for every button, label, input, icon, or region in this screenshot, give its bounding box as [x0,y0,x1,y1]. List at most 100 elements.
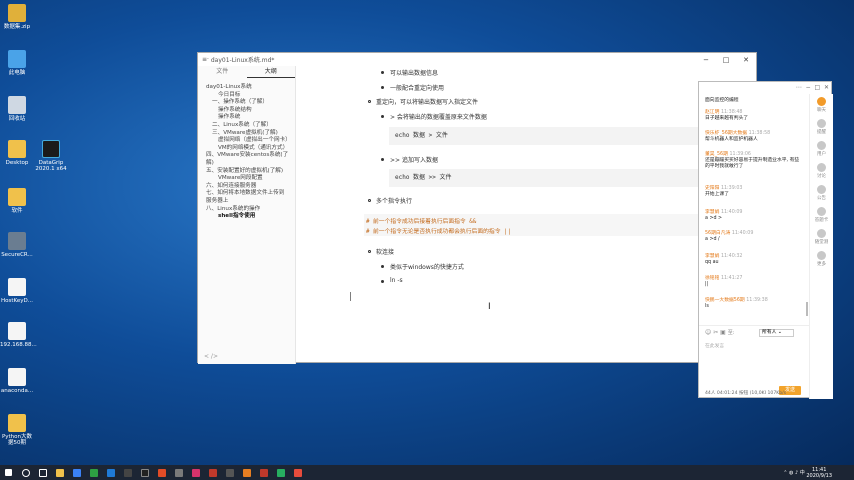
outline-item[interactable]: 七、如何将本地数据文件上传到服务器上 [206,190,289,205]
taskbar-app[interactable] [221,465,238,480]
chat-header-text: 面向监控的编程 [705,98,739,103]
emoji-icon[interactable]: ☺ [705,329,711,336]
desktop-icon-software[interactable]: 软件 [0,188,34,214]
taskbar-app[interactable] [136,465,153,480]
text-line: 一般配合重定向使用 [390,85,445,92]
typora-window: ≡· day01-Linux系统.md* − □ ✕ 文件 大纲 day01-L… [197,52,757,364]
sidebar: 文件 大纲 day01-Linux系统 今日目标 一、操作系统（了解） 操作系统… [198,66,296,364]
desktop-icon-ip-file[interactable]: 192.168.88... [0,322,37,348]
taskbar-app[interactable] [187,465,204,480]
text-cursor: | [349,292,353,302]
chat-panel: 面向监控的编程 赵江明 11:38:48 日子越来越有判头了 快乐虾_56期大数据… [699,94,809,399]
outline-item[interactable]: 虚拟网络（虚拟出一个网卡） [206,137,291,145]
rail-item[interactable]: 用户 [810,138,833,160]
clock[interactable]: 11:41 2020/9/13 [806,467,832,479]
outline-item[interactable]: 五、安装配置好的虚拟机(了解) [206,168,289,176]
chat-status-bar: 44人 04:01:24 按钮 (10,0KI 107Kb/s [705,391,787,396]
outline-item[interactable]: 四、VMware安装centos系统(了解) [206,152,289,167]
chat-scrollbar[interactable] [806,302,808,316]
rail-item[interactable]: 公告 [810,182,833,204]
chat-message: 赵江明 11:38:48 日子越来越有判头了 [705,110,749,121]
desktop-icon-hostkey[interactable]: HostKeyD... [0,278,34,304]
editor-content[interactable]: 可以输出数据信息 一般配合重定向使用 重定向，可以将输出数据写入指定文件 > 会… [298,66,754,364]
text-line: 重定向，可以将输出数据写入指定文件 [376,99,479,106]
taskbar: ⌃ ◍ ♪ 中 11:41 2020/9/13 [0,465,854,480]
desktop-icon-desktop-folder[interactable]: Desktop [0,140,34,166]
desktop-icon-anaconda[interactable]: anaconda... [0,368,34,394]
chat-title-bar: ⋯ − □ ✕ [699,82,833,94]
desktop-icon-this-pc[interactable]: 此电脑 [0,50,34,76]
chat-message: 快鹏一大数据56期 11:39:38 ls [705,298,768,309]
comment-line: # 前一个指令无论是否执行成功都会执行后面的指令 || [366,229,511,235]
desktop-icon-securecrt[interactable]: SecureCR... [0,232,34,258]
maximize-icon[interactable]: □ [716,56,736,64]
more-icon[interactable]: ⋯ [796,84,802,91]
image-icon[interactable]: ▣ [720,329,726,336]
scissors-icon[interactable]: ✂ [713,329,718,336]
chat-input[interactable]: 在此发言 [705,342,803,382]
taskbar-app[interactable] [255,465,272,480]
minimize-icon[interactable]: − [806,84,811,91]
chat-message: 李慧娟 11:40:09 a >d > [705,210,743,221]
outline-item[interactable]: 二、Linux系统（了解） [206,122,289,130]
text-line: 多个指令执行 [376,198,413,205]
title-bar: ≡· day01-Linux系统.md* − □ ✕ [198,53,756,66]
desktop-icon-zip[interactable]: 数据集.zip [0,4,34,30]
start-button[interactable] [0,465,17,480]
bullet [381,71,384,74]
rail-item[interactable]: 更多 [810,248,833,270]
outline-item[interactable]: day01-Linux系统 [206,84,289,92]
recipient-select[interactable]: 所有人 ⌄ [759,329,794,337]
taskbar-app[interactable] [153,465,170,480]
taskbar-app[interactable] [289,465,306,480]
text-line: 类似于windows的快捷方式 [390,264,464,271]
tab-outline[interactable]: 大纲 [246,66,295,78]
rail-item[interactable]: 提醒 [810,116,833,138]
desktop-icon-recycle-bin[interactable]: 回收站 [0,96,34,122]
close-icon[interactable]: ✕ [824,84,829,91]
taskbar-app[interactable] [51,465,68,480]
taskbar-app[interactable] [68,465,85,480]
tab-files[interactable]: 文件 [198,66,247,78]
bullet [381,158,384,161]
mouse-cursor: I [488,302,491,312]
minimize-icon[interactable]: − [696,56,716,64]
outline-item[interactable]: 八、Linux系统的操作 [206,206,289,214]
text-line: ln -s [390,277,403,284]
bullet [381,115,384,118]
system-tray: ⌃ ◍ ♪ 中 11:41 2020/9/13 [783,465,832,480]
rail-item[interactable]: 聊天 [810,94,833,116]
comment-line: # 前一个指令成功后接着执行后面指令 && [366,219,477,225]
chat-side-rail: 聊天 提醒 用户 讨论 公告 答题卡 随堂测 更多 [809,94,833,399]
desktop-icon-python-folder[interactable]: Python大数据50期 [0,414,34,446]
menu-icon[interactable]: ≡· [202,56,209,63]
chat-message: 56期白凡涛 11:40:09 a >d / [705,231,754,242]
taskbar-app[interactable] [170,465,187,480]
taskbar-app[interactable] [272,465,289,480]
tray-icons[interactable]: ⌃ ◍ ♪ 中 [783,469,806,476]
outline-item-active[interactable]: shell指令使用 [206,213,289,221]
chat-message: 史阳阳 11:39:03 开始上课了 [705,186,743,197]
chat-message: 李慧娟 11:40:32 qq au [705,254,743,265]
text-line: >> 追加写入数据 [390,157,438,164]
close-icon[interactable]: ✕ [736,56,756,64]
rail-item[interactable]: 讨论 [810,160,833,182]
desktop-icon-datagrip[interactable]: DataGrip 2020.1 x64 [34,140,68,172]
source-mode-icon[interactable]: < /> [204,353,218,360]
taskbar-app[interactable] [85,465,102,480]
bullet [368,100,371,103]
taskbar-app[interactable] [238,465,255,480]
rail-item[interactable]: 答题卡 [810,204,833,226]
search-icon[interactable] [17,465,34,480]
taskbar-app[interactable] [204,465,221,480]
maximize-icon[interactable]: □ [814,84,820,91]
outline-item[interactable]: 一、操作系统（了解） [206,99,289,107]
rail-item[interactable]: 随堂测 [810,226,833,248]
taskbar-app[interactable] [119,465,136,480]
task-view-icon[interactable] [34,465,51,480]
bullet [381,280,384,283]
outline-item[interactable]: 操作系统 [206,114,289,122]
taskbar-app[interactable] [102,465,119,480]
outline-item[interactable]: VMware网段配置 [206,175,289,183]
chat-message: 董昊_56期 11:39:06 还是蹦蹦买买好容易于提升制造业水平, 有些的平时我… [705,152,800,169]
